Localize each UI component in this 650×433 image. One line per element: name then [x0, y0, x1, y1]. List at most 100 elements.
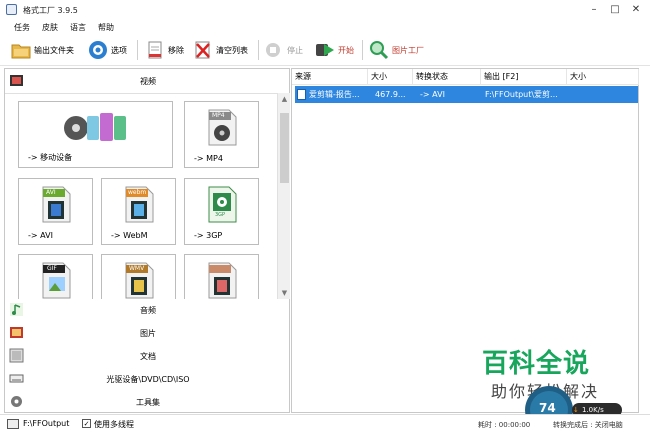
scrollbar-thumb[interactable] — [280, 113, 289, 183]
start-button[interactable]: 开始 — [315, 39, 354, 61]
drive-icon — [7, 419, 19, 429]
folder-icon — [11, 40, 31, 60]
task-output: F:\FFOutput\爱剪... — [485, 90, 558, 99]
scroll-down-icon[interactable]: ▼ — [280, 288, 289, 298]
tile-3gp-label: -> 3GP — [194, 231, 223, 240]
speed-percent: 74 — [539, 401, 556, 415]
close-button[interactable]: ✕ — [630, 3, 642, 15]
category-optical-drive[interactable]: 光驱设备\DVD\CD\ISO — [5, 368, 291, 390]
stop-button[interactable]: 停止 — [264, 39, 303, 61]
video-icon — [9, 73, 24, 88]
watermark-title: 百科全说 — [482, 349, 591, 379]
optical-drive-icon — [9, 371, 24, 386]
multithread-checkbox[interactable]: ✓ — [82, 419, 91, 428]
column-header-status[interactable]: 转换状态 — [413, 69, 481, 85]
start-icon — [315, 40, 335, 60]
file-icon — [297, 89, 306, 100]
wmv-badge: WMV — [129, 265, 145, 272]
clear-list-button[interactable]: 清空列表 — [193, 39, 248, 61]
category-video[interactable]: 视频 — [5, 70, 291, 92]
output-path[interactable]: F:\FFOutput — [23, 419, 69, 428]
music-note-icon — [9, 302, 24, 317]
category-picture-label: 图片 — [140, 328, 156, 338]
tile-gif[interactable]: GIF — [18, 254, 93, 299]
task-source: 爱剪辑-报告... — [309, 90, 360, 99]
output-folder-label: 输出文件夹 — [34, 45, 74, 55]
category-document-label: 文档 — [140, 351, 156, 361]
gif-file-icon: GIF — [41, 261, 71, 299]
tile-3gp[interactable]: 3GP -> 3GP — [184, 178, 259, 245]
column-header-size[interactable]: 大小 — [368, 69, 413, 85]
document-remove-icon — [145, 40, 165, 60]
tile-avi-label: -> AVI — [28, 231, 53, 240]
category-document[interactable]: 文档 — [5, 345, 291, 367]
column-header-source[interactable]: 来源 — [292, 69, 368, 85]
menu-language[interactable]: 语言 — [70, 22, 86, 33]
avi-badge: AVI — [46, 189, 56, 196]
status-bar: F:\FFOutput ✓ 使用多线程 耗时 : 00:00:00 转换完成后 … — [0, 414, 650, 433]
tile-webm[interactable]: webm -> WebM — [101, 178, 176, 245]
category-optical-drive-label: 光驱设备\DVD\CD\ISO — [106, 374, 190, 384]
start-label: 开始 — [338, 45, 354, 55]
webm-badge: webm — [128, 189, 147, 196]
multithread-label: 使用多线程 — [94, 420, 134, 429]
tile-avi[interactable]: AVI -> AVI — [18, 178, 93, 245]
task-row[interactable]: 爱剪辑-报告... 467.9... -> AVI F:\FFOutput\爱剪… — [295, 86, 638, 103]
toolbar: 输出文件夹 选项 移除 清空列表 停止 开始 图片工厂 — [0, 34, 650, 66]
tile-wmv[interactable]: WMV — [101, 254, 176, 299]
scroll-up-icon[interactable]: ▲ — [280, 94, 289, 104]
menu-skin[interactable]: 皮肤 — [42, 22, 58, 33]
window-title: 格式工厂 3.9.5 — [23, 6, 78, 15]
minimize-button[interactable]: – — [588, 3, 600, 15]
tile-mobile-device-label: -> 移动设备 — [28, 153, 73, 162]
remove-button[interactable]: 移除 — [145, 39, 184, 61]
video-file-icon — [207, 261, 237, 299]
category-audio[interactable]: 音频 — [5, 299, 291, 321]
avi-file-icon: AVI — [41, 185, 71, 225]
gif-badge: GIF — [47, 265, 57, 272]
webm-file-icon: webm — [124, 185, 154, 225]
options-icon — [88, 40, 108, 60]
task-size: 467.9... — [375, 90, 406, 99]
options-button[interactable]: 选项 — [88, 39, 127, 61]
app-icon — [6, 4, 17, 15]
category-audio-label: 音频 — [140, 305, 156, 315]
maximize-button[interactable]: □ — [609, 3, 621, 15]
output-folder-button[interactable]: 输出文件夹 — [11, 39, 74, 61]
options-label: 选项 — [111, 45, 127, 55]
tile-video-format[interactable] — [184, 254, 259, 299]
tile-mobile-device[interactable]: -> 移动设备 — [18, 101, 173, 168]
tile-webm-label: -> WebM — [111, 231, 148, 240]
3gp-file-icon: 3GP — [207, 185, 237, 225]
picture-factory-button[interactable]: 图片工厂 — [369, 39, 424, 61]
picture-icon — [9, 325, 24, 340]
category-video-label: 视频 — [140, 76, 156, 86]
category-picture[interactable]: 图片 — [5, 322, 291, 344]
task-status: -> AVI — [420, 90, 445, 99]
menu-task[interactable]: 任务 — [14, 22, 30, 33]
after-conversion-action[interactable]: 转换完成后 : 关闭电脑 — [553, 420, 623, 430]
toolbar-divider — [362, 40, 363, 60]
mp4-file-icon: MP4 — [207, 108, 237, 148]
tile-mp4-label: -> MP4 — [194, 154, 223, 163]
column-header-output[interactable]: 输出 [F2] — [481, 69, 567, 85]
mp4-badge: MP4 — [212, 112, 225, 119]
format-grid-scrollbar[interactable]: ▲ ▼ — [277, 93, 290, 299]
clear-list-icon — [193, 40, 213, 60]
3gp-badge: 3GP — [215, 212, 226, 218]
wmv-file-icon: WMV — [124, 261, 154, 299]
remove-label: 移除 — [168, 45, 184, 55]
task-output-size — [573, 86, 633, 103]
toolbar-divider — [137, 40, 138, 60]
category-toolbox[interactable]: 工具集 — [5, 391, 291, 413]
menu-help[interactable]: 帮助 — [98, 22, 114, 33]
menu-bar: 任务 皮肤 语言 帮助 — [0, 20, 650, 34]
elapsed-time: 耗时 : 00:00:00 — [478, 421, 531, 429]
speed-rate: 1.0K/s — [582, 406, 604, 414]
toolbar-divider — [258, 40, 259, 60]
tile-mp4[interactable]: MP4 -> MP4 — [184, 101, 259, 168]
mobile-device-icon — [63, 110, 135, 148]
column-header-output-size[interactable]: 大小 — [567, 69, 639, 85]
clear-list-label: 清空列表 — [216, 45, 248, 55]
toolbox-icon — [9, 394, 24, 409]
